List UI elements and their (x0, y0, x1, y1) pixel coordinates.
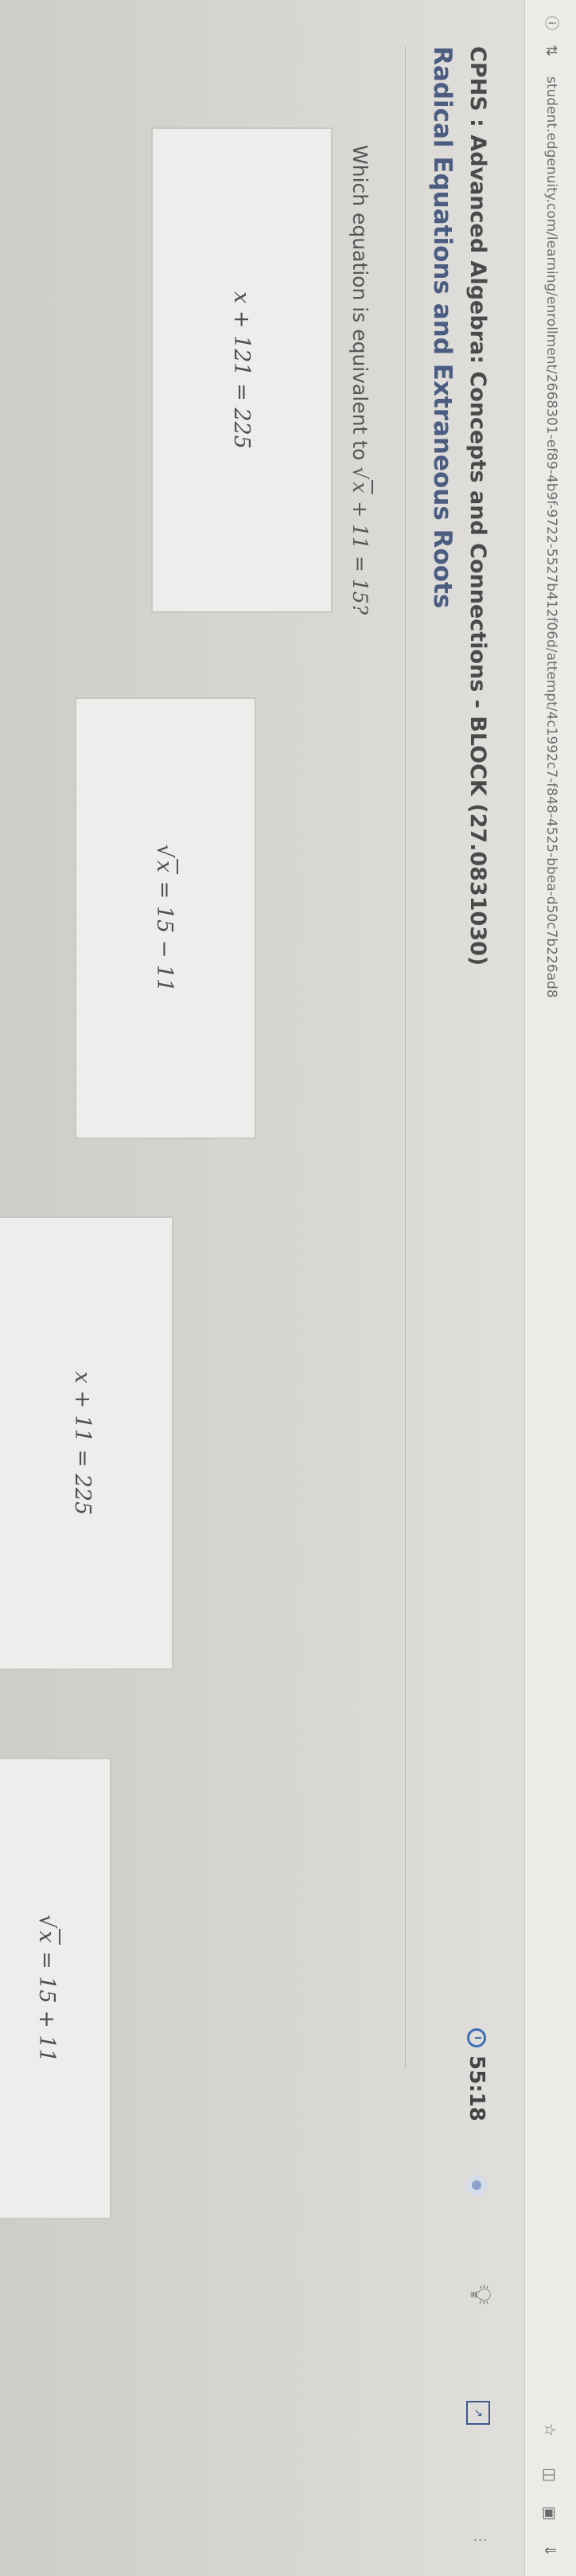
lightbulb-icon[interactable]: 💡︎ (463, 2285, 496, 2305)
answer-choice-4-label: √x = 15 + 11 (34, 1914, 61, 2063)
answer-choice-2-label: √x = 15 − 11 (152, 844, 179, 993)
question-prefix: Which equation is equivalent to (348, 145, 372, 461)
answer-choice-3-label: x + 11 = 225 (70, 1371, 95, 1516)
extension-icon[interactable]: ◫ (541, 2468, 558, 2482)
answer-choice-1[interactable]: x + 121 = 225 (151, 127, 333, 613)
download-icon[interactable]: ⇓ (541, 2544, 558, 2557)
answer-choice-4[interactable]: √x = 15 + 11 (0, 1758, 111, 2219)
browser-address-bar: ⓘ ⇅ student.edgenuity.com/learning/enrol… (524, 0, 576, 2576)
header-divider (405, 46, 406, 2068)
tune-icon[interactable]: ⇅ (543, 45, 559, 57)
answer-choice-1-label: x + 121 = 225 (229, 291, 255, 449)
question-text: Which equation is equivalent to √x + 11 … (348, 145, 373, 615)
answer-choice-2-rest: = 15 − 11 (152, 880, 177, 993)
timer: 55:18 (465, 2028, 488, 2121)
timer-icon (467, 2028, 486, 2047)
page-stage: ⓘ ⇅ student.edgenuity.com/learning/enrol… (0, 0, 576, 2576)
timer-value: 55:18 (465, 2055, 488, 2121)
course-title: CPHS : Advanced Algebra: Concepts and Co… (465, 46, 490, 966)
answer-choice-2-radicand: x (152, 858, 179, 875)
answer-choice-4-rest: = 15 + 11 (34, 1951, 60, 2063)
url-text[interactable]: student.edgenuity.com/learning/enrollmen… (543, 76, 559, 998)
answer-choice-4-radicand: x (34, 1929, 61, 1945)
answer-choice-2[interactable]: √x = 15 − 11 (75, 697, 256, 1139)
status-dot-icon[interactable] (466, 2175, 487, 2195)
question-radicand: x (348, 480, 373, 495)
question-rest: + 11 = 15? (348, 501, 372, 615)
info-icon[interactable]: ⓘ (543, 16, 559, 30)
tab-icon[interactable]: ▣ (541, 2506, 558, 2520)
star-icon[interactable]: ☆ (541, 2423, 558, 2437)
question-equation: √x + 11 = 15? (348, 466, 373, 615)
lesson-title: Radical Equations and Extraneous Roots (428, 46, 457, 609)
answer-choice-3[interactable]: x + 11 = 225 (0, 1216, 173, 1670)
menu-icon[interactable]: ⋮ (472, 2533, 488, 2547)
minimize-icon[interactable]: ↗ (466, 2401, 490, 2425)
